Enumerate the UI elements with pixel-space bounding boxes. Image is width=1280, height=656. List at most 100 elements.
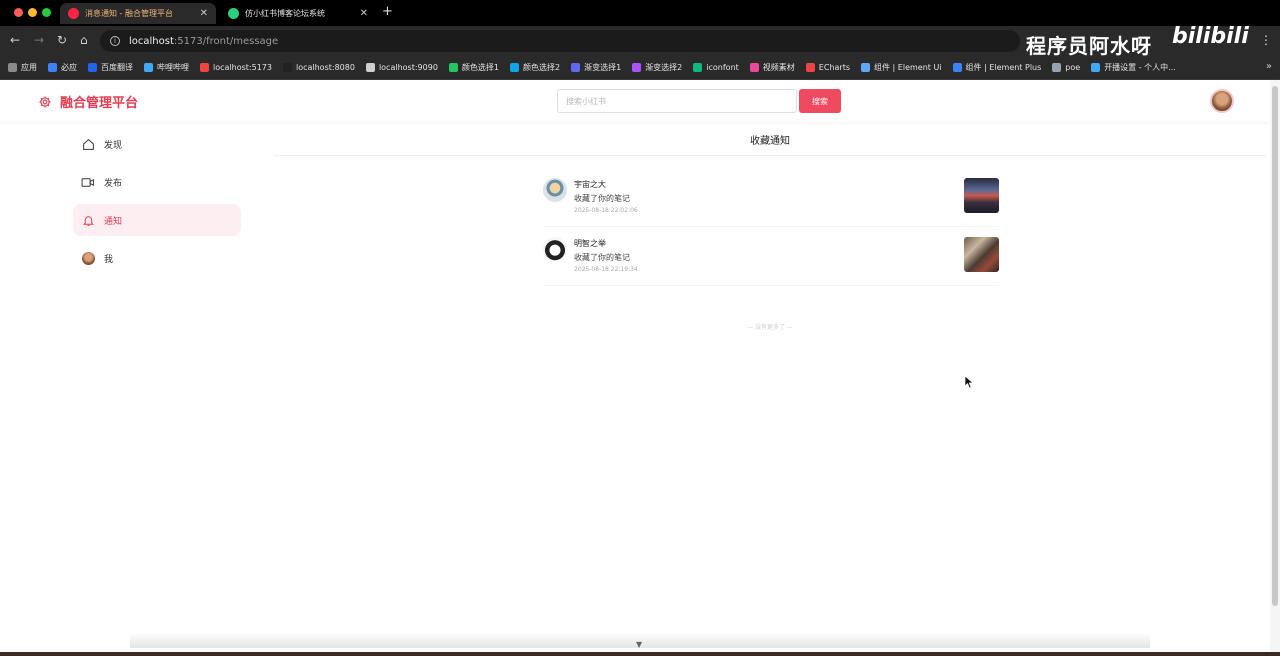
divider [543, 285, 999, 286]
menu-dots-icon[interactable]: ⋮ [1260, 33, 1272, 47]
avatar[interactable] [543, 178, 567, 202]
bookmark-item[interactable]: 颜色选择1 [448, 62, 499, 73]
mouse-cursor-icon [965, 376, 974, 389]
tab-forum[interactable]: 仿小红书博客论坛系统 ✕ [220, 3, 376, 24]
tab-close-icon[interactable]: ✕ [200, 8, 208, 19]
bookmark-item[interactable]: 视频素材 [749, 62, 795, 73]
avatar[interactable] [1210, 89, 1234, 113]
bookmark-favicon-icon [48, 63, 57, 72]
end-of-list-tip: — 没有更多了 — [747, 324, 793, 331]
bookmarks-bar: 应用 必应 百度翻译 哔哩哔哩 localhost:5173 localhost:8080… [0, 56, 1280, 80]
home-icon[interactable]: ⌂ [80, 33, 88, 47]
bookmark-item[interactable]: poe [1052, 63, 1080, 72]
bookmarks-overflow-icon[interactable]: » [1266, 61, 1272, 72]
search-button[interactable]: 搜索 [799, 89, 841, 113]
sidebar-item-me[interactable]: 我 [73, 242, 241, 274]
maximize-window-button[interactable] [42, 8, 51, 17]
reload-icon[interactable]: ↻ [57, 33, 67, 47]
note-thumbnail[interactable] [964, 237, 999, 272]
forward-arrow-icon[interactable]: → [34, 33, 44, 47]
sidebar-item-discover[interactable]: 发现 [73, 128, 241, 160]
bookmark-item[interactable]: 组件 | Element Ui [861, 62, 942, 73]
bookmark-favicon-icon [571, 63, 581, 72]
bookmark-item[interactable]: ECharts [805, 63, 850, 72]
sidebar-item-label: 通知 [104, 216, 123, 227]
bookmark-label: poe [1065, 63, 1081, 72]
search-input[interactable]: 搜索小红书 [557, 89, 797, 113]
video-watermark: 程序员阿水呀 [1026, 34, 1152, 58]
note-thumbnail[interactable] [964, 178, 999, 213]
bookmark-favicon-icon [510, 63, 519, 72]
dock-edge [0, 652, 1280, 656]
sidebar-item-notice[interactable]: 通知 [73, 204, 241, 236]
tab-message[interactable]: 消息通知 - 融合管理平台 ✕ [60, 3, 216, 24]
bookmark-item[interactable]: 颜色选择2 [510, 62, 560, 73]
notice-action: 收藏了你的笔记 [574, 194, 630, 203]
sidebar: 发现 发布 通知 我 [73, 128, 241, 280]
notice-user-name[interactable]: 明智之举 [574, 238, 606, 249]
list-item[interactable]: 明智之举 收藏了你的笔记 2025-08-18 22:19:34 [543, 237, 999, 287]
bookmark-item[interactable]: 必应 [48, 62, 77, 73]
tab-close-icon[interactable]: ✕ [360, 8, 368, 19]
address-bar[interactable]: i localhost:5173/front/message [100, 30, 1020, 52]
bookmark-favicon-icon [282, 63, 292, 72]
minimize-window-button[interactable] [28, 8, 37, 17]
bookmark-label: 哔哩哔哩 [157, 63, 189, 72]
notice-time: 2025-08-18 22:19:34 [574, 266, 638, 273]
brand[interactable]: 融合管理平台 [38, 92, 138, 111]
url-host: localhost [129, 35, 174, 47]
bookmark-item[interactable]: localhost:5173 [200, 63, 272, 72]
bookmark-label: localhost:5173 [213, 63, 272, 72]
sidebar-item-publish[interactable]: 发布 [73, 166, 241, 198]
avatar[interactable] [543, 237, 567, 261]
bookmark-favicon-icon [861, 63, 871, 72]
notice-action: 收藏了你的笔记 [574, 253, 630, 262]
avatar [81, 251, 95, 265]
bookmark-favicon-icon [1052, 63, 1062, 72]
browser-tab-bar: 消息通知 - 融合管理平台 ✕ 仿小红书博客论坛系统 ✕ + [0, 0, 1280, 26]
list-item[interactable]: 宇宙之大 收藏了你的笔记 2025-08-18 22:02:06 [543, 178, 999, 228]
site-info-icon[interactable]: i [110, 36, 120, 46]
url-path: :5173/front/message [173, 35, 279, 47]
bell-icon [81, 213, 95, 227]
bookmark-favicon-icon [200, 63, 209, 72]
bookmark-label: 颜色选择2 [523, 63, 561, 72]
vue-favicon-icon [228, 8, 239, 19]
bookmark-label: 颜色选择1 [461, 63, 499, 72]
bookmark-item[interactable]: 哔哩哔哩 [144, 62, 189, 73]
bilibili-logo: bilibili [1172, 24, 1249, 49]
bookmark-item[interactable]: 开播设置 - 个人中... [1091, 62, 1176, 73]
gear-icon [39, 95, 51, 108]
bookmark-favicon-icon [88, 63, 97, 72]
bookmark-item[interactable]: 渐变选择1 [571, 62, 621, 73]
bookmark-item[interactable]: 百度翻译 [88, 62, 133, 73]
new-tab-button[interactable]: + [382, 4, 393, 19]
notice-user-name[interactable]: 宇宙之大 [574, 179, 606, 190]
bookmark-item[interactable]: 渐变选择2 [632, 62, 682, 73]
bookmark-favicon-icon [952, 63, 962, 72]
page-title: 收藏通知 [274, 124, 1266, 156]
bookmark-favicon-icon [632, 63, 642, 72]
bookmark-item[interactable]: iconfont [693, 63, 739, 72]
bookmark-item[interactable]: 组件 | Element Plus [952, 62, 1042, 73]
search-placeholder: 搜索小红书 [566, 96, 606, 106]
scrollbar-thumb[interactable] [1272, 86, 1278, 606]
bookmark-favicon-icon [365, 63, 375, 72]
bookmark-label: 组件 | Element Plus [965, 63, 1042, 72]
bookmark-label: 开播设置 - 个人中... [1104, 63, 1176, 72]
bookmark-favicon-icon [693, 63, 703, 72]
bookmark-label: 百度翻译 [101, 63, 133, 72]
close-window-button[interactable] [14, 8, 23, 17]
bookmark-item[interactable]: localhost:9090 [365, 63, 438, 72]
back-arrow-icon[interactable]: ← [10, 33, 20, 47]
sidebar-item-label: 我 [104, 254, 114, 265]
tab-title: 消息通知 - 融合管理平台 [85, 9, 173, 18]
bookmark-label: 视频素材 [762, 63, 795, 72]
brand-title: 融合管理平台 [60, 96, 139, 111]
bookmark-favicon-icon [144, 63, 153, 72]
expand-arrow-icon[interactable]: ▼ [636, 640, 642, 649]
divider [543, 226, 999, 227]
bookmark-item[interactable]: 应用 [8, 62, 37, 73]
bookmark-item[interactable]: localhost:8080 [282, 63, 355, 72]
notice-time: 2025-08-18 22:02:06 [574, 207, 638, 214]
